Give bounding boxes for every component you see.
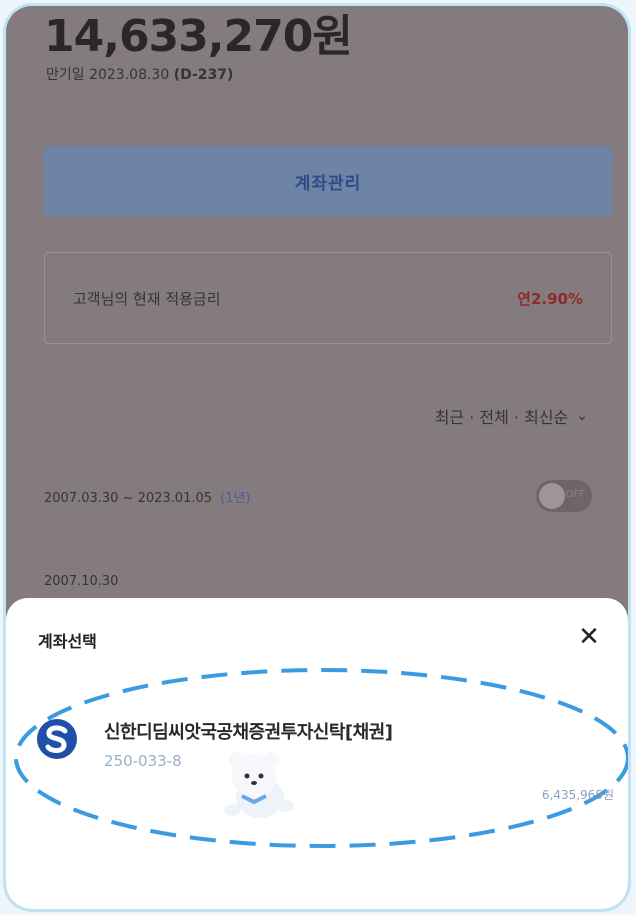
- maturity-date: 만기일 2023.08.30: [46, 67, 170, 83]
- history-toggle[interactable]: OFF: [536, 480, 592, 512]
- account-manage-label: 계좌관리: [294, 173, 362, 194]
- account-number: 250-033-8: [104, 752, 182, 770]
- history-item-date: 2007.10.30: [44, 574, 119, 589]
- shinhan-logo-icon: [37, 719, 77, 759]
- period-dates: 2007.03.30 ~ 2023.01.05: [44, 490, 213, 506]
- period-link[interactable]: (1년): [220, 491, 250, 506]
- period-range: 2007.03.30 ~ 2023.01.05 (1년): [44, 487, 251, 506]
- account-manage-button[interactable]: 계좌관리: [44, 146, 612, 216]
- period-row: 2007.03.30 ~ 2023.01.05 (1년) OFF: [44, 476, 612, 516]
- account-option[interactable]: 신한디딤씨앗국공채증권투자신탁[채권] 250-033-8 6,435,965원: [36, 710, 616, 820]
- maturity-dday: (D-237): [173, 67, 234, 83]
- rate-label: 고객님의 현재 적용금리: [73, 289, 221, 308]
- balance-amount: 14,633,270원: [44, 11, 353, 62]
- rate-value: 연2.90%: [517, 289, 583, 308]
- toggle-knob: [539, 483, 565, 509]
- chevron-down-icon: ⌄: [576, 408, 588, 424]
- app-screen: 14,633,270원 만기일 2023.08.30 (D-237) 계좌관리 …: [6, 6, 628, 909]
- maturity-info: 만기일 2023.08.30 (D-237): [46, 64, 233, 84]
- toggle-text: OFF: [565, 489, 585, 500]
- interest-rate-box: 고객님의 현재 적용금리 연2.90%: [44, 252, 612, 344]
- account-select-sheet: 계좌선택 ✕ 신한디딤씨앗국공채증권투자신탁[채권] 250-033-8 6,4…: [6, 598, 628, 909]
- bear-mascot-icon: [224, 752, 294, 818]
- history-filter[interactable]: 최근 · 전체 · 최신순 ⌄: [435, 404, 588, 428]
- account-balance: 6,435,965원: [541, 788, 614, 802]
- account-name: 신한디딤씨앗국공채증권투자신탁[채권]: [104, 722, 393, 743]
- filter-label: 최근 · 전체 · 최신순: [434, 408, 569, 427]
